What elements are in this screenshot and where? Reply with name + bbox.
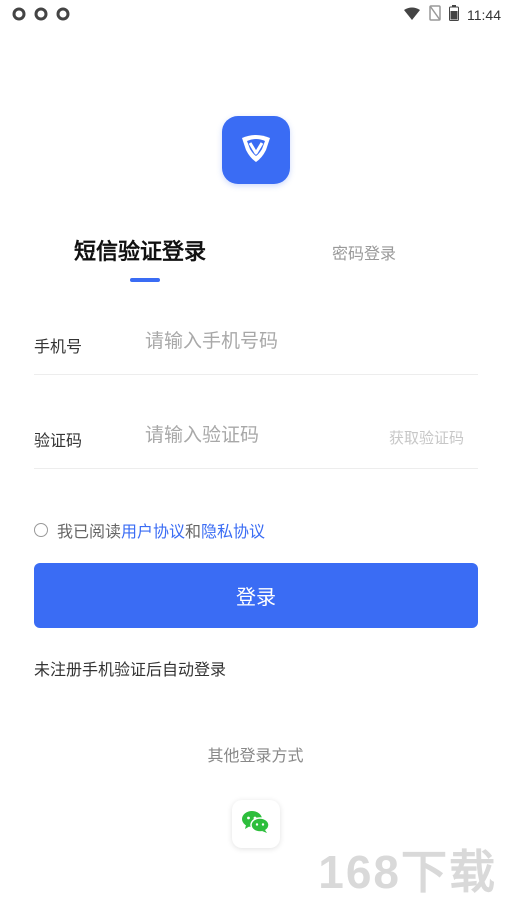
code-divider	[34, 468, 478, 469]
agreement-row: 我已阅读 用户协议 和 隐私协议	[34, 518, 265, 542]
login-button[interactable]: 登录	[34, 563, 478, 628]
wechat-icon	[241, 809, 271, 839]
status-bar-right: 11:44	[403, 5, 501, 25]
tab-sms-login[interactable]: 短信验证登录	[74, 234, 206, 266]
watermark: 168下载	[318, 846, 497, 898]
agreement-prefix: 我已阅读	[57, 522, 122, 541]
code-label: 验证码	[34, 431, 83, 450]
wechat-login-button[interactable]	[232, 800, 280, 848]
tab-indicator	[130, 278, 160, 282]
circle-icon	[34, 6, 48, 21]
circle-icon	[12, 6, 26, 21]
v-shield-icon	[236, 128, 276, 172]
status-time: 11:44	[467, 7, 501, 23]
auto-register-note: 未注册手机验证后自动登录	[34, 660, 227, 679]
user-agreement-link[interactable]: 用户协议	[121, 518, 185, 542]
privacy-agreement-link[interactable]: 隐私协议	[201, 518, 265, 542]
phone-divider	[34, 374, 478, 375]
battery-icon	[449, 5, 459, 25]
app-logo	[222, 116, 290, 184]
wifi-icon	[403, 6, 421, 25]
agreement-and: 和	[185, 522, 202, 541]
tab-password-login[interactable]: 密码登录	[332, 240, 396, 264]
get-code-button[interactable]: 获取验证码	[389, 427, 464, 448]
phone-label: 手机号	[34, 337, 83, 356]
no-sim-icon	[429, 5, 441, 25]
circle-icon	[56, 6, 70, 21]
phone-input[interactable]	[145, 330, 365, 352]
agreement-radio[interactable]	[34, 523, 48, 537]
code-input[interactable]	[145, 424, 345, 446]
status-bar-left	[12, 6, 70, 21]
other-login-title: 其他登录方式	[207, 746, 304, 765]
